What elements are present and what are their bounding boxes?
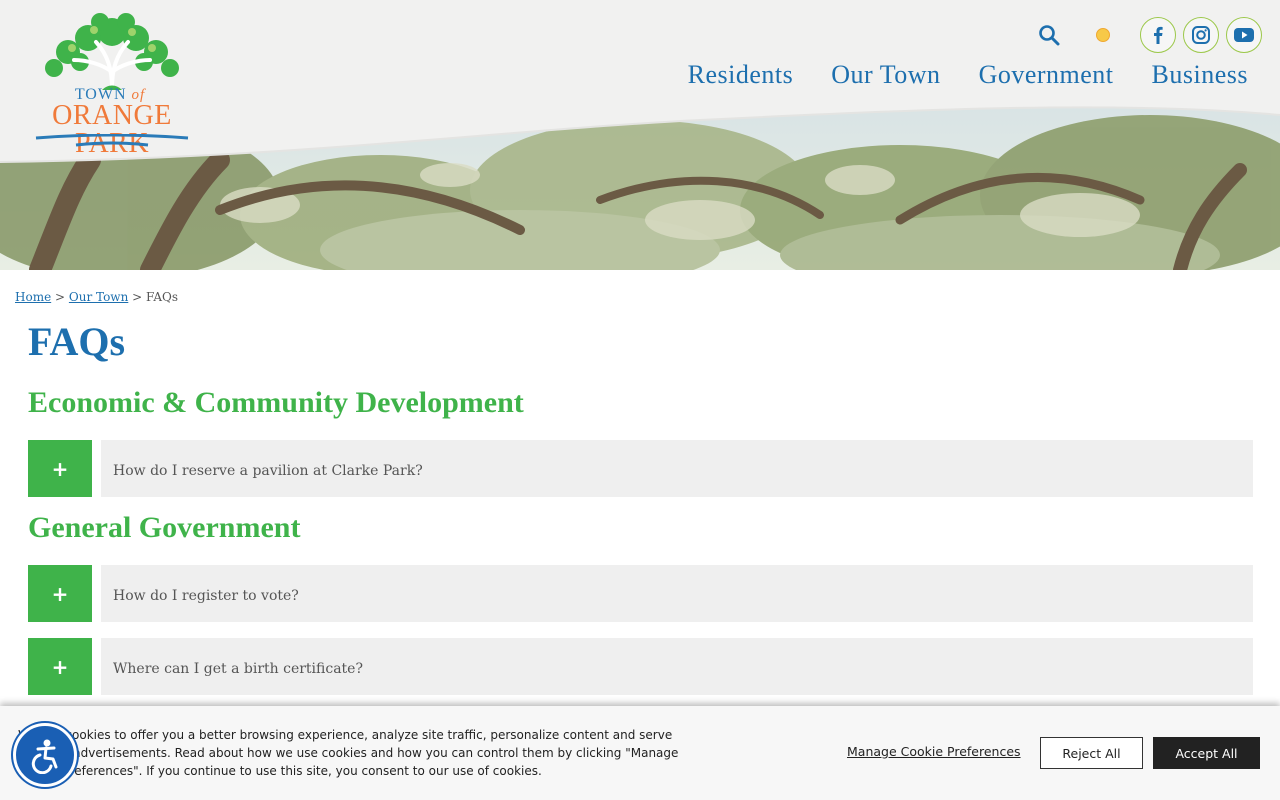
accept-all-button[interactable]: Accept All — [1153, 737, 1260, 769]
faq-item[interactable]: + How do I register to vote? — [28, 565, 1253, 622]
accessibility-icon — [31, 739, 58, 774]
breadcrumb-our-town-link[interactable]: Our Town — [69, 290, 128, 304]
site-header: TOWN of ORANGE PARK Residents Our Town G… — [0, 0, 1280, 270]
nav-government[interactable]: Government — [979, 60, 1114, 90]
town-logo[interactable]: TOWN of ORANGE PARK — [16, 10, 208, 158]
cookie-consent-banner: We use cookies to offer you a better bro… — [0, 706, 1280, 800]
breadcrumb-separator: > — [55, 290, 66, 304]
faq-expand-button[interactable]: + — [28, 440, 92, 497]
weather-button[interactable] — [1085, 17, 1121, 53]
faq-item[interactable]: + How do I reserve a pavilion at Clarke … — [28, 440, 1253, 497]
nav-our-town[interactable]: Our Town — [831, 60, 940, 90]
utility-bar — [1031, 17, 1262, 53]
faq-expand-button[interactable]: + — [28, 638, 92, 695]
search-button[interactable] — [1031, 17, 1067, 53]
faq-question[interactable]: How do I register to vote? — [101, 565, 1253, 622]
instagram-link[interactable] — [1183, 17, 1219, 53]
faq-expand-button[interactable]: + — [28, 565, 92, 622]
manage-cookie-preferences-link[interactable]: Manage Cookie Preferences — [847, 744, 1021, 759]
page-title: FAQs — [28, 319, 126, 364]
section-title-general-government: General Government — [28, 511, 301, 544]
breadcrumb-home-link[interactable]: Home — [15, 290, 51, 304]
nav-residents[interactable]: Residents — [688, 60, 794, 90]
nav-business[interactable]: Business — [1152, 60, 1248, 90]
facebook-link[interactable] — [1140, 17, 1176, 53]
youtube-icon — [1234, 28, 1254, 42]
youtube-link[interactable] — [1226, 17, 1262, 53]
faq-item[interactable]: + Where can I get a birth certificate? — [28, 638, 1253, 695]
faq-question[interactable]: Where can I get a birth certificate? — [101, 638, 1253, 695]
reject-all-button[interactable]: Reject All — [1040, 737, 1143, 769]
cookie-message: We use cookies to offer you a better bro… — [18, 728, 679, 778]
logo-water-lines — [35, 134, 189, 147]
instagram-icon — [1192, 26, 1210, 44]
breadcrumb-separator: > — [132, 290, 143, 304]
sun-icon — [1096, 28, 1110, 42]
accessibility-button[interactable] — [13, 723, 77, 787]
faq-question[interactable]: How do I reserve a pavilion at Clarke Pa… — [101, 440, 1253, 497]
facebook-icon — [1154, 26, 1163, 44]
search-icon — [1039, 25, 1060, 46]
section-title-economic-development: Economic & Community Development — [28, 386, 524, 419]
breadcrumb-current: FAQs — [146, 290, 178, 304]
main-navigation: Residents Our Town Government Business — [650, 60, 1248, 90]
breadcrumb: Home > Our Town > FAQs — [15, 290, 178, 304]
